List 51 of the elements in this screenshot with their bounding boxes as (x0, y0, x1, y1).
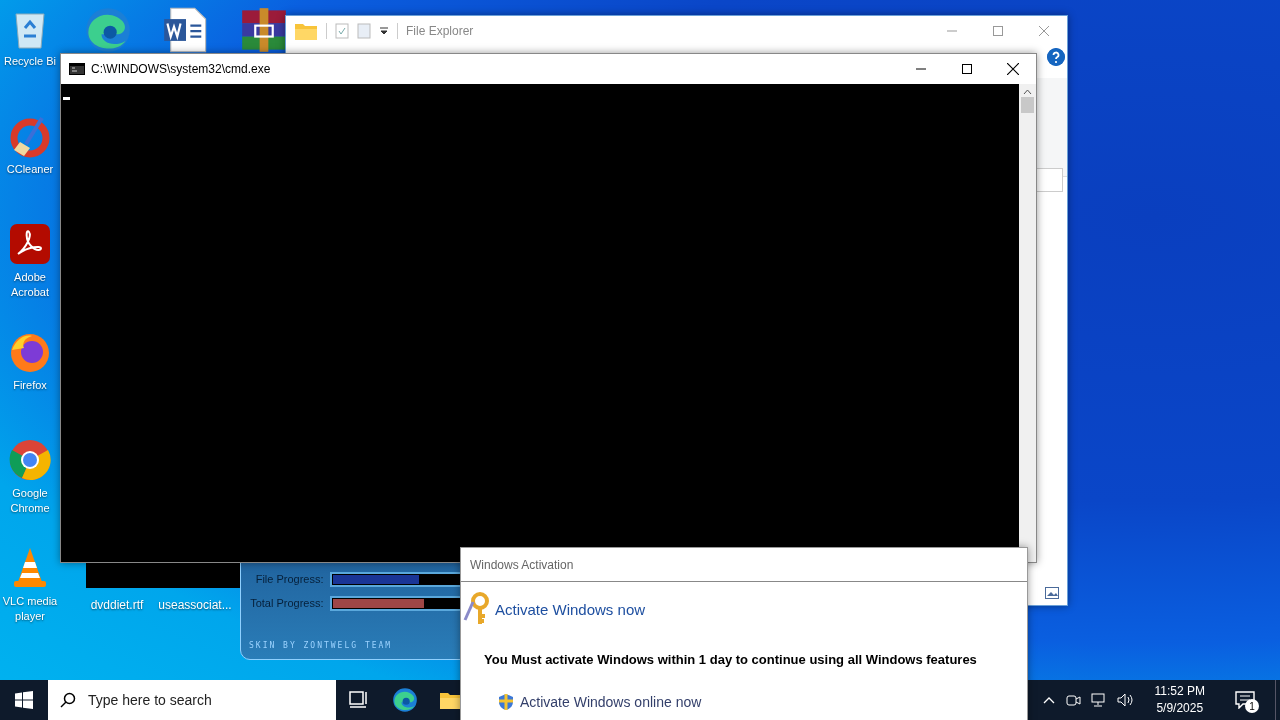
console-icon (69, 63, 85, 75)
broom-icon (8, 114, 52, 158)
desktop-icon-label[interactable]: Firefox (13, 378, 47, 393)
search-field[interactable] (1035, 168, 1063, 192)
dropdown-icon[interactable] (379, 27, 389, 35)
edge-icon (84, 6, 132, 54)
volume-icon[interactable] (1116, 692, 1135, 708)
chevron-up-icon[interactable] (1042, 696, 1055, 704)
file-label[interactable]: useassociat... (158, 598, 232, 612)
maximize-icon (962, 64, 972, 74)
windows-logo-icon (15, 691, 33, 709)
notification-icon[interactable] (1235, 691, 1255, 709)
close-icon (1007, 63, 1019, 75)
image-icon[interactable] (1045, 587, 1059, 599)
chrome-icon (8, 438, 52, 482)
clock-date[interactable]: 5/9/2025 (1156, 700, 1204, 717)
file-label[interactable]: dvddiet.rtf (80, 598, 154, 612)
desktop-icon-label[interactable]: Google Chrome (2, 486, 58, 516)
shield-icon (498, 693, 514, 711)
desktop-icon-label[interactable]: Adobe Acrobat (2, 270, 58, 300)
scrollbar[interactable] (1019, 84, 1036, 562)
help-icon[interactable] (1047, 48, 1065, 66)
notification-badge: 1 (1245, 699, 1259, 713)
dialog-title: Windows Activation (470, 557, 574, 572)
task-view-icon[interactable] (349, 691, 369, 709)
clock-time[interactable]: 11:52 PM (1154, 683, 1205, 700)
window-title: File Explorer (406, 24, 474, 38)
activation-message: You Must activate Windows within 1 day to continue using all Windows features (484, 652, 978, 667)
maximize-icon (993, 26, 1003, 36)
pdf-icon (8, 222, 52, 266)
dialog-heading: Activate Windows now (495, 600, 646, 618)
desktop-icon-label[interactable]: VLC media player (0, 594, 60, 624)
search-icon (60, 692, 76, 708)
skin-credit: SKIN BY ZONTWELG TEAM (249, 641, 394, 650)
desktop-icon-label[interactable]: CCleaner (6, 162, 54, 177)
camera-icon[interactable] (1064, 692, 1081, 708)
search-box[interactable]: Type here to search (48, 680, 336, 720)
folder-icon[interactable] (439, 690, 463, 710)
scroll-up-icon[interactable] (1023, 89, 1032, 95)
close-icon (1039, 26, 1049, 36)
search-field[interactable]: Type here to search (86, 691, 320, 709)
scrollbar-thumb[interactable] (1021, 97, 1034, 113)
text-cursor (63, 97, 70, 100)
window-title: C:\WINDOWS\system32\cmd.exe (91, 62, 271, 76)
progress-label: Total Progress: (249, 597, 324, 609)
desktop-icon-label[interactable]: Recycle Bi (4, 54, 56, 69)
network-icon[interactable] (1090, 692, 1107, 708)
key-icon (463, 592, 491, 626)
edge-icon (392, 687, 418, 713)
progress-label: File Progress: (254, 573, 324, 585)
activate-online-link[interactable]: Activate Windows online now (520, 694, 702, 710)
